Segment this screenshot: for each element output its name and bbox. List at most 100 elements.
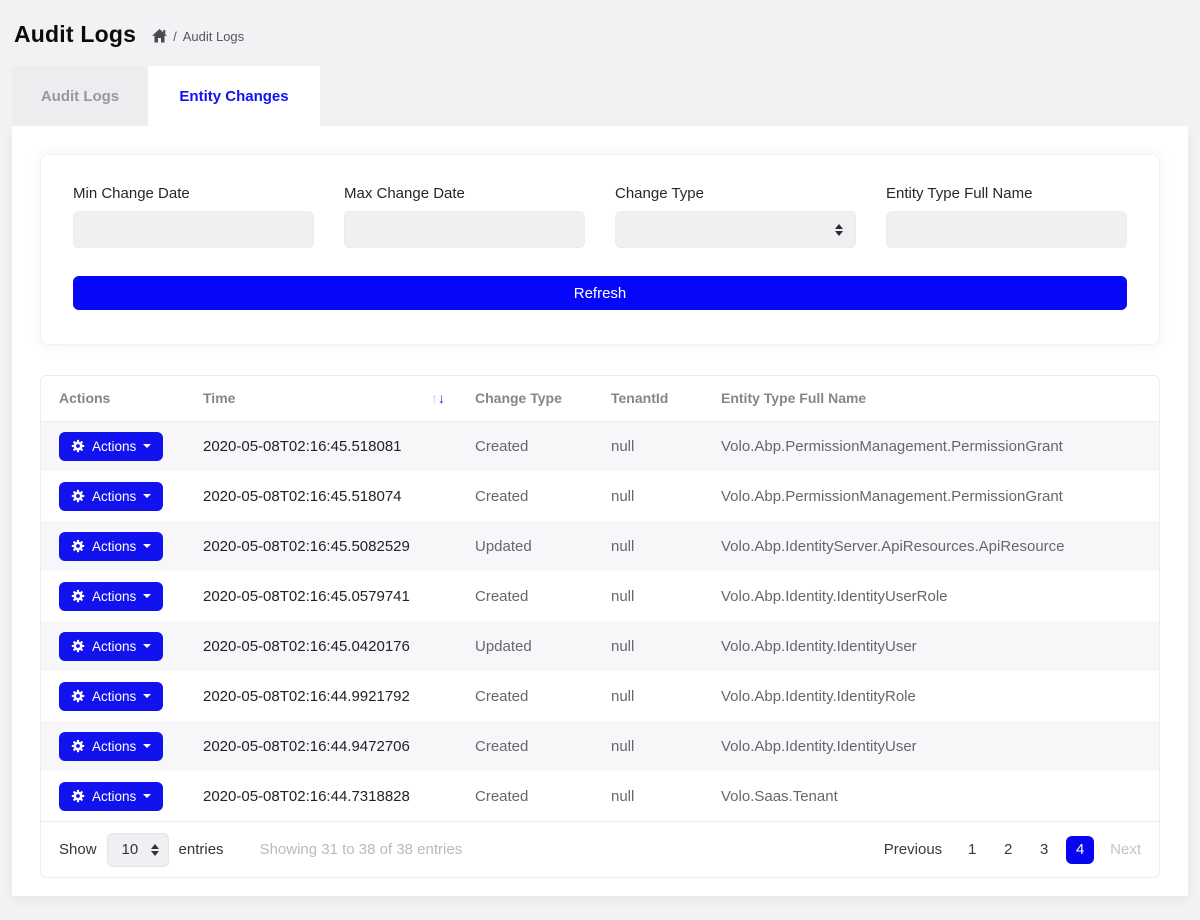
column-header-tenant-id: TenantId — [599, 376, 709, 421]
filter-card: Min Change Date Max Change Date Change T… — [40, 154, 1160, 345]
tenant-id-cell: null — [599, 421, 709, 471]
change-type-cell: Created — [463, 771, 599, 821]
actions-cell: Actions — [41, 521, 191, 571]
home-icon[interactable] — [152, 29, 167, 43]
entity-type-cell: Volo.Saas.Tenant — [709, 771, 1159, 821]
change-type-cell: Updated — [463, 621, 599, 671]
row-actions-button[interactable]: Actions — [59, 582, 163, 611]
caret-down-icon — [143, 444, 151, 448]
filter-field-entity-type: Entity Type Full Name — [886, 185, 1127, 248]
tab-content-panel: Min Change Date Max Change Date Change T… — [12, 126, 1188, 896]
gear-icon — [71, 639, 85, 653]
table-row: Actions 2020-05-08T02:16:45.518074 Creat… — [41, 471, 1159, 521]
actions-button-label: Actions — [92, 639, 136, 654]
time-cell: 2020-05-08T02:16:45.518081 — [191, 421, 463, 471]
actions-cell: Actions — [41, 571, 191, 621]
breadcrumb-separator: / — [173, 29, 177, 44]
change-type-cell: Created — [463, 421, 599, 471]
entries-label: entries — [179, 841, 224, 858]
column-header-entity-type: Entity Type Full Name — [709, 376, 1159, 421]
actions-cell: Actions — [41, 421, 191, 471]
actions-cell: Actions — [41, 721, 191, 771]
tab-audit-logs[interactable]: Audit Logs — [12, 66, 148, 126]
column-header-change-type: Change Type — [463, 376, 599, 421]
change-type-cell: Created — [463, 471, 599, 521]
actions-button-label: Actions — [92, 789, 136, 804]
actions-button-label: Actions — [92, 589, 136, 604]
gear-icon — [71, 439, 85, 453]
page-size-select[interactable]: 10 — [107, 833, 169, 867]
max-change-date-label: Max Change Date — [344, 185, 585, 202]
table-row: Actions 2020-05-08T02:16:44.9472706 Crea… — [41, 721, 1159, 771]
tenant-id-cell: null — [599, 521, 709, 571]
caret-down-icon — [143, 694, 151, 698]
change-type-cell: Created — [463, 671, 599, 721]
row-actions-button[interactable]: Actions — [59, 632, 163, 661]
time-cell: 2020-05-08T02:16:45.0579741 — [191, 571, 463, 621]
time-cell: 2020-05-08T02:16:44.9921792 — [191, 671, 463, 721]
actions-button-label: Actions — [92, 739, 136, 754]
tenant-id-cell: null — [599, 571, 709, 621]
table-body: Actions 2020-05-08T02:16:45.518081 Creat… — [41, 421, 1159, 821]
actions-button-label: Actions — [92, 689, 136, 704]
filter-field-min-change-date: Min Change Date — [73, 185, 314, 248]
pagination-previous[interactable]: Previous — [884, 841, 942, 858]
page-header: Audit Logs / Audit Logs — [0, 0, 1200, 52]
tab-bar: Audit Logs Entity Changes — [12, 66, 1200, 126]
entity-type-input[interactable] — [886, 211, 1127, 248]
row-actions-button[interactable]: Actions — [59, 732, 163, 761]
change-type-label: Change Type — [615, 185, 856, 202]
column-header-time[interactable]: Time ↑↓ — [191, 376, 463, 421]
column-header-actions: Actions — [41, 376, 191, 421]
actions-cell: Actions — [41, 621, 191, 671]
row-actions-button[interactable]: Actions — [59, 482, 163, 511]
pagination: Previous 1234 Next — [884, 836, 1141, 864]
tenant-id-cell: null — [599, 721, 709, 771]
row-actions-button[interactable]: Actions — [59, 532, 163, 561]
caret-down-icon — [143, 544, 151, 548]
tenant-id-cell: null — [599, 621, 709, 671]
table-footer: Show 10 entries Showing 31 to 38 of 38 e… — [41, 821, 1159, 877]
change-type-cell: Updated — [463, 521, 599, 571]
time-cell: 2020-05-08T02:16:45.5082529 — [191, 521, 463, 571]
gear-icon — [71, 739, 85, 753]
table-row: Actions 2020-05-08T02:16:45.0420176 Upda… — [41, 621, 1159, 671]
pagination-page-1[interactable]: 1 — [958, 836, 986, 864]
actions-cell: Actions — [41, 771, 191, 821]
actions-cell: Actions — [41, 671, 191, 721]
min-change-date-label: Min Change Date — [73, 185, 314, 202]
row-actions-button[interactable]: Actions — [59, 782, 163, 811]
pagination-page-3[interactable]: 3 — [1030, 836, 1058, 864]
table-header: Actions Time ↑↓ Change Type TenantId Ent… — [41, 376, 1159, 421]
pagination-next[interactable]: Next — [1110, 841, 1141, 858]
change-type-cell: Created — [463, 721, 599, 771]
gear-icon — [71, 589, 85, 603]
tab-entity-changes[interactable]: Entity Changes — [148, 66, 320, 126]
pagination-page-4[interactable]: 4 — [1066, 836, 1094, 864]
showing-entries-text: Showing 31 to 38 of 38 entries — [260, 841, 463, 858]
caret-down-icon — [143, 494, 151, 498]
table-row: Actions 2020-05-08T02:16:44.7318828 Crea… — [41, 771, 1159, 821]
entity-type-cell: Volo.Abp.PermissionManagement.Permission… — [709, 421, 1159, 471]
change-type-select[interactable] — [615, 211, 856, 248]
breadcrumb-current: Audit Logs — [183, 29, 244, 44]
time-cell: 2020-05-08T02:16:45.0420176 — [191, 621, 463, 671]
caret-down-icon — [143, 744, 151, 748]
pagination-page-2[interactable]: 2 — [994, 836, 1022, 864]
row-actions-button[interactable]: Actions — [59, 682, 163, 711]
filter-field-change-type: Change Type — [615, 185, 856, 248]
tenant-id-cell: null — [599, 471, 709, 521]
gear-icon — [71, 489, 85, 503]
breadcrumb: / Audit Logs — [152, 25, 244, 44]
filter-grid: Min Change Date Max Change Date Change T… — [73, 185, 1127, 248]
max-change-date-input[interactable] — [344, 211, 585, 248]
entity-type-cell: Volo.Abp.Identity.IdentityRole — [709, 671, 1159, 721]
gear-icon — [71, 789, 85, 803]
row-actions-button[interactable]: Actions — [59, 432, 163, 461]
time-header-label: Time — [203, 390, 235, 406]
entity-type-cell: Volo.Abp.PermissionManagement.Permission… — [709, 471, 1159, 521]
min-change-date-input[interactable] — [73, 211, 314, 248]
refresh-button[interactable]: Refresh — [73, 276, 1127, 310]
table-row: Actions 2020-05-08T02:16:44.9921792 Crea… — [41, 671, 1159, 721]
actions-button-label: Actions — [92, 489, 136, 504]
